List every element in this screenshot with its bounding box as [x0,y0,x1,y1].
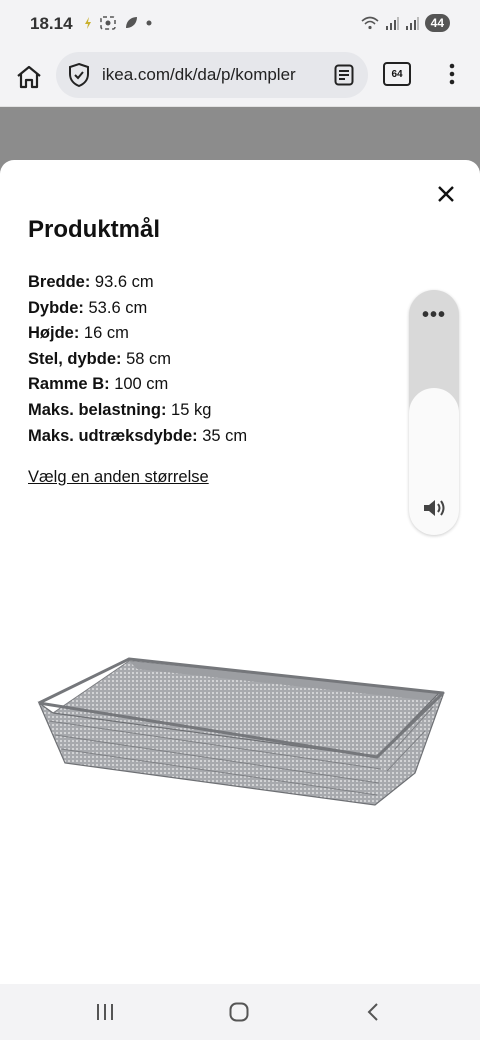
status-bar: 18.14 44 [0,0,480,48]
back-chevron-icon [367,1003,378,1021]
dimensions-list: Bredde: 93.6 cm Dybde: 53.6 cm Højde: 16… [28,270,247,449]
volume-panel[interactable]: ••• [409,290,459,535]
more-menu-button[interactable] [440,60,464,88]
more-vert-icon [449,63,455,85]
reader-mode-icon [334,64,354,86]
dimension-row: Ramme B: 100 cm [28,375,169,394]
close-icon [438,186,454,202]
product-image-mesh-basket [37,657,445,806]
speaker-icon[interactable] [421,496,447,520]
url-text[interactable]: ikea.com/dk/da/p/kompler [102,65,312,85]
battery-icon: 44 [424,14,450,32]
system-navigation-bar [0,984,480,1040]
wifi-icon [361,16,379,30]
reader-mode-button[interactable] [332,62,356,88]
dimension-row: Maks. udtræksdybde: 35 cm [28,426,248,445]
tabs-button[interactable]: 64 [383,62,411,86]
signal-icon [405,17,419,30]
close-button[interactable] [432,180,460,208]
charging-icon [85,17,91,29]
home-nav-button[interactable] [224,998,254,1026]
choose-other-size-link[interactable]: Vælg en anden størrelse [28,468,209,487]
back-button[interactable] [358,998,388,1026]
recent-apps-button[interactable] [90,998,120,1026]
address-bar[interactable]: ikea.com/dk/da/p/kompler [56,52,368,98]
status-icons-right: 44 [361,14,450,32]
dimension-row: Stel, dybde: 58 cm [28,349,172,368]
status-icons-left [84,16,152,30]
recent-apps-icon [97,1004,113,1020]
volume-more-button[interactable]: ••• [409,304,459,327]
dimension-row: Bredde: 93.6 cm [28,273,154,291]
home-circle-icon [229,1002,249,1022]
dimension-row: Dybde: 53.6 cm [28,298,148,317]
product-dimensions-modal: Produktmål Bredde: 93.6 cm Dybde: 53.6 c… [0,160,480,990]
home-icon [17,65,41,89]
status-time: 18.14 [30,14,73,33]
dot-icon [146,20,152,26]
screenshot-icon [100,16,116,30]
dimension-row: Maks. belastning: 15 kg [28,400,212,419]
leaf-icon [126,17,137,28]
signal-icon [385,17,399,30]
home-button[interactable] [12,60,46,94]
dimension-row: Højde: 16 cm [28,324,129,343]
site-security-icon[interactable] [66,62,92,88]
modal-title: Produktmål [28,216,161,243]
